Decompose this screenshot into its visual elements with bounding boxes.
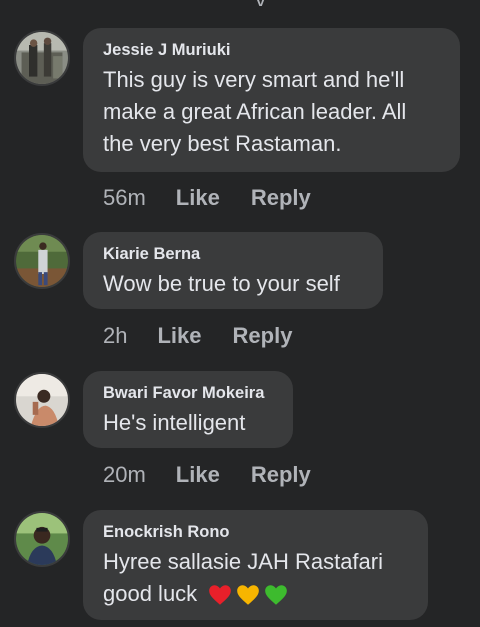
comment-timestamp[interactable]: 56m <box>103 185 146 211</box>
avatar-photo <box>16 32 68 84</box>
comment-text-line: the very best Rastaman. <box>103 131 342 156</box>
comment-actions: 56m Like Reply <box>103 185 311 211</box>
comment-text-line: This guy is very smart and he'll <box>103 67 405 92</box>
comment-text: He's intelligent <box>103 407 273 439</box>
comment-author[interactable]: Bwari Favor Mokeira <box>103 383 273 403</box>
like-button[interactable]: Like <box>176 185 220 211</box>
avatar[interactable] <box>14 30 70 86</box>
comments-feed: y Jessie J Muriuki This guy is very smar… <box>0 0 480 627</box>
avatar[interactable] <box>14 233 70 289</box>
comment-actions: 2h Like Reply <box>103 323 292 349</box>
yellow-heart-icon <box>237 585 260 605</box>
reply-button[interactable]: Reply <box>233 323 293 349</box>
comment-text: This guy is very smart and he'll make a … <box>103 64 440 160</box>
like-button[interactable]: Like <box>157 323 201 349</box>
red-heart-icon <box>209 585 232 605</box>
comment-bubble: Bwari Favor Mokeira He's intelligent <box>83 371 293 448</box>
comment-author[interactable]: Jessie J Muriuki <box>103 40 440 60</box>
comment-author[interactable]: Enockrish Rono <box>103 522 408 542</box>
comment-text-line: good luck <box>103 581 198 606</box>
avatar-photo <box>16 235 68 287</box>
comment-text: Wow be true to your self <box>103 268 363 300</box>
avatar-photo <box>16 374 68 426</box>
comment-text: Hyree sallasie JAH Rastafari good luck <box>103 546 408 610</box>
comment-text-line: Hyree sallasie JAH Rastafari <box>103 549 383 574</box>
emoji-group <box>207 582 291 608</box>
avatar[interactable] <box>14 372 70 428</box>
comment-text-line: make a great African leader. All <box>103 99 407 124</box>
comment-bubble: Jessie J Muriuki This guy is very smart … <box>83 28 460 172</box>
avatar-photo <box>16 513 68 565</box>
comment-timestamp[interactable]: 2h <box>103 323 127 349</box>
comment-bubble: Kiarie Berna Wow be true to your self <box>83 232 383 309</box>
comment-timestamp[interactable]: 20m <box>103 462 146 488</box>
comment-actions: 20m Like Reply <box>103 462 311 488</box>
reply-button[interactable]: Reply <box>251 185 311 211</box>
comment-text-line: Wow be true to your self <box>103 271 340 296</box>
like-button[interactable]: Like <box>176 462 220 488</box>
avatar[interactable] <box>14 511 70 567</box>
clipped-text-fragment: y <box>255 0 266 6</box>
reply-button[interactable]: Reply <box>251 462 311 488</box>
green-heart-icon <box>265 585 288 605</box>
comment-text-line-with-emoji: good luck <box>103 578 408 610</box>
comment-author[interactable]: Kiarie Berna <box>103 244 363 264</box>
comment-bubble: Enockrish Rono Hyree sallasie JAH Rastaf… <box>83 510 428 620</box>
comment-text-line: He's intelligent <box>103 410 246 435</box>
